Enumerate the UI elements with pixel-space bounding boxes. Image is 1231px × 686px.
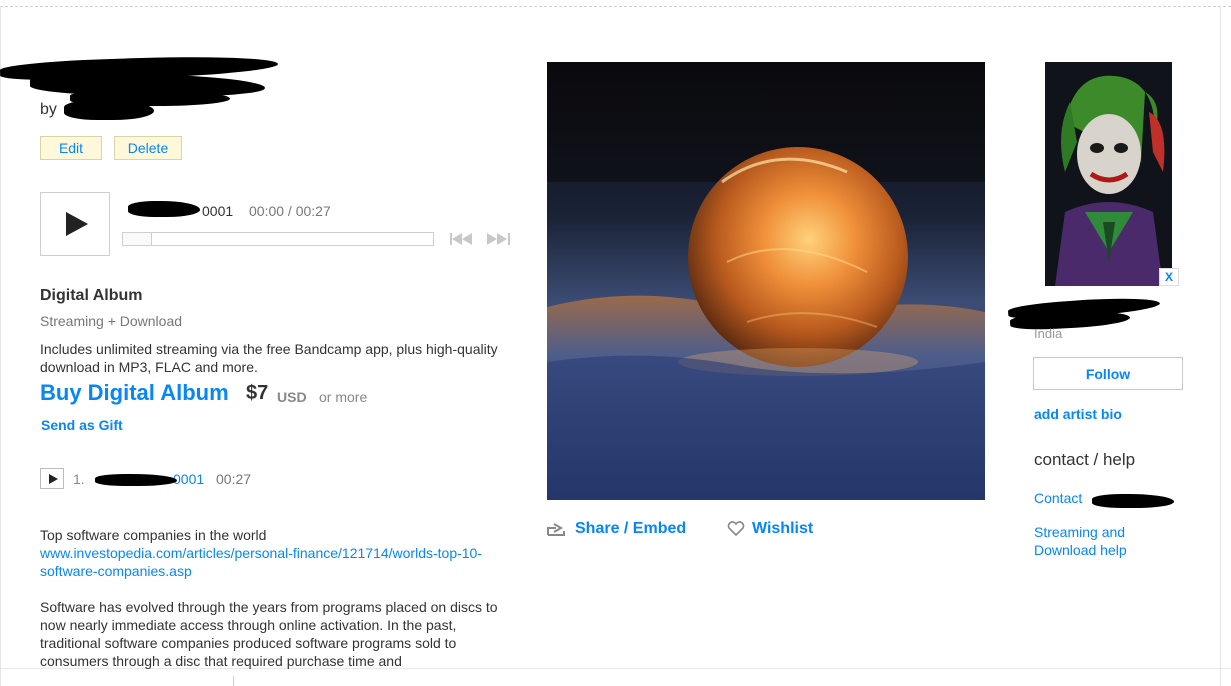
redaction-contact: [1092, 494, 1174, 508]
play-button[interactable]: [40, 192, 110, 256]
format-subtitle: Streaming + Download: [40, 313, 183, 329]
redaction-artist: [64, 100, 154, 120]
wishlist-button[interactable]: Wishlist: [727, 520, 813, 538]
follow-button[interactable]: Follow: [1033, 357, 1183, 390]
about-body: Software has evolved through the years f…: [40, 599, 498, 669]
top-dashed-border: [0, 6, 1231, 7]
progress-bar[interactable]: [122, 232, 434, 246]
delete-button[interactable]: Delete: [114, 136, 182, 160]
progress-thumb[interactable]: [123, 233, 152, 245]
price: $7: [246, 382, 269, 404]
wishlist-label: Wishlist: [752, 520, 814, 537]
redaction-track: [128, 201, 200, 217]
about-heading: Top software companies in the world: [40, 527, 267, 543]
share-icon: [547, 523, 565, 536]
by-prefix: by: [40, 101, 57, 118]
track-play-button[interactable]: [40, 468, 64, 489]
edit-button[interactable]: Edit: [40, 136, 102, 160]
page-frame: by Edit Delete 0001 00:00 / 00:27 Digita…: [0, 0, 1231, 686]
format-description: Includes unlimited streaming via the fre…: [40, 341, 498, 375]
track-title-suffix: 0001: [202, 203, 234, 219]
or-more-label: or more: [319, 389, 368, 405]
track-time: 00:00 / 00:27: [249, 203, 331, 219]
streaming-download-help-link[interactable]: Streaming and Download help: [1034, 523, 1174, 559]
left-border: [0, 6, 1, 686]
track-number: 1.: [73, 471, 85, 487]
artist-location: India: [1034, 326, 1063, 341]
artist-image[interactable]: [1045, 62, 1172, 286]
contact-artist-link[interactable]: Contact: [1034, 490, 1082, 506]
heart-icon: [727, 521, 745, 537]
previous-track-icon[interactable]: [450, 233, 474, 245]
about-link[interactable]: www.investopedia.com/articles/personal-f…: [40, 544, 510, 580]
add-artist-bio-link[interactable]: add artist bio: [1034, 406, 1122, 422]
right-border: [1220, 6, 1221, 686]
send-as-gift-link[interactable]: Send as Gift: [41, 417, 123, 433]
album-byline: by: [40, 101, 57, 119]
close-artist-image-button[interactable]: X: [1159, 268, 1179, 286]
share-embed-button[interactable]: Share / Embed: [547, 520, 686, 538]
album-cover-image[interactable]: [547, 62, 985, 500]
format-title: Digital Album: [40, 287, 143, 304]
track-duration: 00:27: [216, 471, 252, 487]
buy-digital-album-link[interactable]: Buy Digital Album: [40, 380, 229, 406]
play-icon: [66, 212, 88, 236]
share-label: Share / Embed: [575, 520, 687, 537]
next-track-icon[interactable]: [487, 233, 511, 245]
play-icon: [48, 473, 58, 484]
currency: USD: [277, 389, 307, 405]
contact-help-heading: contact / help: [1034, 450, 1136, 469]
bottom-tick: [233, 676, 234, 686]
redaction-track-row: [95, 474, 177, 486]
track-row-title-suffix: 0001: [173, 471, 205, 487]
contact-prefix: Contact: [1034, 490, 1083, 506]
